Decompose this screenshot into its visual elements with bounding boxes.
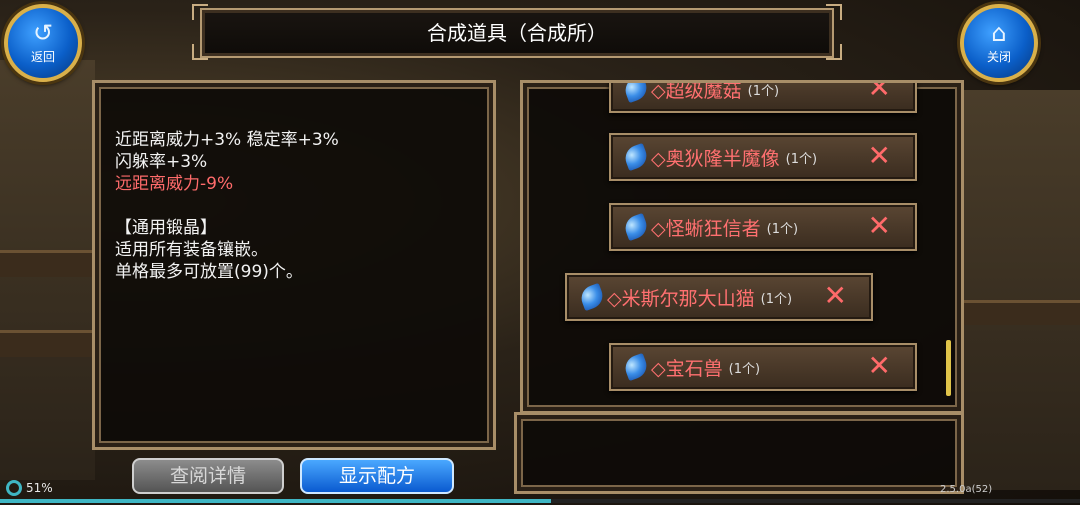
list-item[interactable]: ◇超级魔菇 (1个) ✕ (609, 80, 917, 113)
close-x-icon[interactable]: ✕ (868, 211, 891, 241)
stat-line-penalty: 远距离威力-9% (115, 174, 234, 194)
battery-icon (6, 480, 22, 496)
item-count: (1个) (766, 221, 799, 237)
close-x-icon[interactable]: ✕ (868, 351, 891, 381)
background-shelf (0, 330, 95, 357)
item-count: (1个) (728, 361, 761, 377)
list-item[interactable]: ◇奥狄隆半魔像 (1个) ✕ (609, 133, 917, 181)
frame-corner (192, 44, 208, 60)
loading-progress-fill (0, 499, 551, 503)
background-shelf (0, 250, 95, 277)
view-details-button[interactable]: 查阅详情 (132, 458, 284, 494)
undo-arrow-icon: ↺ (32, 19, 54, 47)
battery-percent: 51% (26, 481, 53, 495)
close-x-icon[interactable]: ✕ (868, 83, 891, 103)
home-icon: ⌂ (991, 19, 1007, 47)
loading-progress-track (0, 499, 1080, 503)
page-title: 合成道具（合成所） (427, 21, 607, 45)
item-usage: 适用所有装备镶嵌。 (115, 240, 268, 260)
blue-crystal-icon (621, 83, 651, 104)
item-stack-limit: 单格最多可放置(99)个。 (115, 262, 303, 282)
list-item[interactable]: ◇宝石兽 (1个) ✕ (609, 343, 917, 391)
list-item-selected[interactable]: ◇米斯尔那大山猫 (1个) ✕ (565, 273, 873, 321)
close-x-icon[interactable]: ✕ (868, 141, 891, 171)
recipe-panel (514, 412, 964, 494)
back-button[interactable]: ↺ 返回 (4, 4, 82, 82)
item-count: (1个) (760, 291, 793, 307)
item-count: (1个) (785, 151, 818, 167)
item-category: 【通用锻晶】 (115, 218, 217, 238)
battery-indicator: 51% (6, 480, 53, 496)
close-x-icon[interactable]: ✕ (824, 281, 847, 311)
material-list-panel[interactable]: ◇超级魔菇 (1个) ✕ ◇奥狄隆半魔像 (1个) ✕ ◇怪蜥狂信者 (1个) … (520, 80, 964, 414)
blue-crystal-icon (621, 212, 651, 242)
background-wall (955, 90, 1080, 490)
item-name: ◇宝石兽 (651, 357, 723, 380)
version-label: 2.5.0a(52) (940, 484, 993, 495)
show-recipe-button[interactable]: 显示配方 (300, 458, 454, 494)
blue-crystal-icon (621, 142, 651, 172)
item-name: ◇奥狄隆半魔像 (651, 147, 780, 170)
stat-line: 闪躲率+3% (115, 152, 208, 172)
item-count: (1个) (747, 83, 780, 99)
close-label: 关闭 (986, 50, 1011, 64)
list-item[interactable]: ◇怪蜥狂信者 (1个) ✕ (609, 203, 917, 251)
background-shelf (960, 300, 1080, 325)
list-scrollbar[interactable] (946, 340, 951, 396)
item-description: 近距离威力+3% 稳定率+3% 闪躲率+3% 远距离威力-9% 【通用锻晶】 适… (115, 129, 339, 283)
item-name: ◇超级魔菇 (651, 80, 742, 102)
frame-corner (192, 4, 208, 20)
close-button[interactable]: ⌂ 关闭 (960, 4, 1038, 82)
stat-line: 近距离威力+3% 稳定率+3% (115, 130, 339, 150)
blue-crystal-icon (621, 352, 651, 382)
title-bar: 合成道具（合成所） (200, 8, 834, 58)
description-panel: 近距离威力+3% 稳定率+3% 闪躲率+3% 远距离威力-9% 【通用锻晶】 适… (92, 80, 496, 450)
blue-crystal-icon (577, 282, 607, 312)
item-name: ◇米斯尔那大山猫 (607, 287, 755, 310)
back-label: 返回 (30, 50, 55, 64)
frame-corner (826, 44, 842, 60)
frame-corner (826, 4, 842, 20)
item-name: ◇怪蜥狂信者 (651, 217, 761, 240)
